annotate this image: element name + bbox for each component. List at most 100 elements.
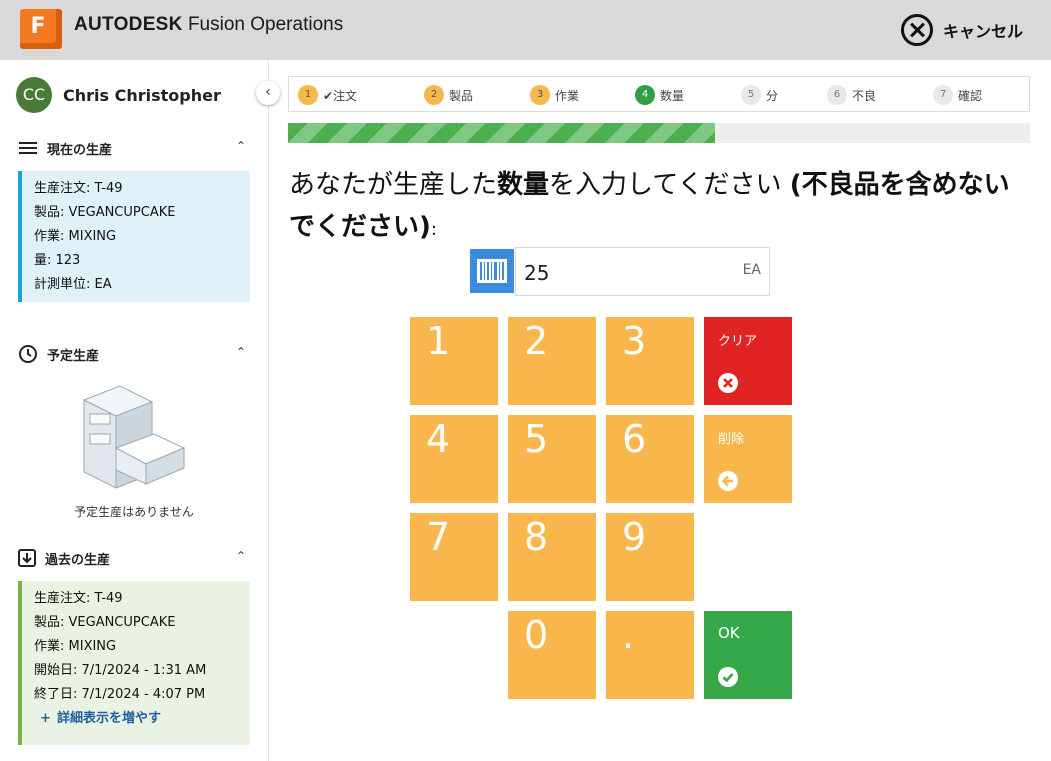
collapse-sidebar-button[interactable]: ‹ (256, 81, 280, 105)
key-digit: 8 (524, 515, 549, 559)
step-label: 確認 (958, 88, 983, 103)
arrow-left-icon (718, 471, 738, 491)
clear-button[interactable]: クリア (704, 317, 792, 405)
key-digit: 2 (524, 319, 549, 363)
key-decimal[interactable]: . (606, 611, 694, 699)
step-number: 4 (635, 85, 655, 105)
current-production-header[interactable]: 現在の生産 ⌃ (18, 137, 250, 159)
empty-scheduled-label: 予定生産はありません (74, 505, 194, 519)
key-5[interactable]: 5 (508, 415, 596, 503)
current-production-card: 生産注文: T-49 製品: VEGANCUPCAKE 作業: MIXING 量… (18, 171, 250, 302)
key-6[interactable]: 6 (606, 415, 694, 503)
step-number: 5 (741, 85, 761, 105)
menu-icon (19, 142, 37, 154)
quantity-input[interactable]: 25 EA (515, 247, 770, 296)
cancel-button[interactable]: キャンセル (900, 14, 1023, 46)
past-production-header[interactable]: 過去の生産 ⌃ (18, 547, 250, 569)
step-number: 6 (827, 85, 847, 105)
past-production-card: 生産注文: T-49 製品: VEGANCUPCAKE 作業: MIXING 開… (18, 581, 250, 745)
step-order[interactable]: 1 ✔注文 (298, 85, 357, 105)
wizard-stepper: 1 ✔注文 2 製品 3 作業 4 数量 5 分 6 不良 7 確認 (288, 76, 1030, 112)
show-more-link[interactable]: + 詳細表示を増やす (34, 707, 238, 731)
step-confirm[interactable]: 7 確認 (933, 85, 982, 105)
progress-fill (288, 123, 715, 143)
card-line: 開始日: 7/1/2024 - 1:31 AM (34, 663, 207, 678)
chevron-up-icon: ⌃ (235, 139, 246, 153)
cancel-label: キャンセル (942, 22, 1023, 41)
step-label: 数量 (660, 88, 685, 103)
ok-button[interactable]: OK (704, 611, 792, 699)
barcode-icon (477, 259, 507, 283)
step-product[interactable]: 2 製品 (424, 85, 473, 105)
key-2[interactable]: 2 (508, 317, 596, 405)
chevron-up-icon: ⌃ (235, 345, 246, 359)
app-header: F AUTODESK Fusion Operations キャンセル (0, 0, 1051, 60)
section-title: 予定生産 (47, 348, 100, 364)
step-number: 3 (530, 85, 550, 105)
card-line: 作業: MIXING (34, 639, 117, 654)
key-digit: 3 (622, 319, 647, 363)
step-defects[interactable]: 6 不良 (827, 85, 876, 105)
quantity-prompt: あなたが生産した数量を入力してください (不良品を含めないでください): (289, 164, 1034, 251)
key-3[interactable]: 3 (606, 317, 694, 405)
download-box-icon (18, 549, 36, 567)
plus-icon: + (40, 711, 51, 726)
card-line: 作業: MIXING (34, 229, 117, 244)
key-digit: 4 (426, 417, 451, 461)
user-profile: CC Chris Christopher (16, 77, 221, 113)
step-number: 2 (424, 85, 444, 105)
prompt-text: あなたが生産した (289, 170, 498, 200)
card-line: 終了日: 7/1/2024 - 4:07 PM (34, 687, 206, 702)
step-number: 7 (933, 85, 953, 105)
step-minutes[interactable]: 5 分 (741, 85, 778, 105)
card-line: 計測単位: EA (34, 277, 112, 292)
step-label: 作業 (555, 88, 580, 103)
key-digit: 7 (426, 515, 451, 559)
empty-cabinet-illustration (82, 385, 186, 489)
close-circle-icon (900, 14, 933, 46)
brand-bold: AUTODESK (74, 14, 183, 35)
barcode-scan-button[interactable] (470, 249, 514, 293)
quantity-unit: EA (742, 262, 761, 278)
step-label: 製品 (449, 88, 474, 103)
prompt-colon: : (430, 219, 437, 240)
prompt-text: を入力してください (549, 170, 790, 200)
key-8[interactable]: 8 (508, 513, 596, 601)
clear-x-icon (718, 373, 738, 393)
step-label: ✔注文 (323, 88, 358, 103)
user-name: Chris Christopher (63, 85, 221, 105)
brand-rest: Fusion Operations (182, 14, 344, 35)
key-digit: 0 (524, 613, 549, 657)
check-circle-icon (718, 667, 738, 687)
key-digit: 5 (524, 417, 549, 461)
key-4[interactable]: 4 (410, 415, 498, 503)
scheduled-production-header[interactable]: 予定生産 ⌃ (18, 343, 250, 365)
key-9[interactable]: 9 (606, 513, 694, 601)
step-operation[interactable]: 3 作業 (530, 85, 579, 105)
progress-bar (288, 123, 1030, 143)
show-more-label: 詳細表示を増やす (57, 711, 162, 726)
backspace-button[interactable]: 削除 (704, 415, 792, 503)
step-label: 不良 (852, 88, 877, 103)
ok-label: OK (718, 624, 740, 642)
section-title: 過去の生産 (45, 552, 111, 568)
card-line: 製品: VEGANCUPCAKE (34, 205, 176, 220)
fusion-logo-icon: F (20, 9, 62, 49)
chevron-left-icon: ‹ (265, 84, 271, 100)
step-quantity[interactable]: 4 数量 (635, 85, 684, 105)
card-line: 生産注文: T-49 (34, 591, 123, 606)
quantity-value: 25 (524, 261, 550, 285)
key-digit: 6 (622, 417, 647, 461)
step-label: 分 (766, 88, 779, 103)
card-line: 製品: VEGANCUPCAKE (34, 615, 176, 630)
sidebar: CC Chris Christopher 現在の生産 ⌃ 生産注文: T-49 … (0, 60, 269, 761)
card-line: 量: 123 (34, 253, 81, 268)
clock-icon (19, 345, 37, 363)
key-1[interactable]: 1 (410, 317, 498, 405)
prompt-bold: 数量 (497, 170, 550, 200)
avatar: CC (16, 77, 52, 113)
backspace-label: 削除 (718, 432, 745, 447)
key-7[interactable]: 7 (410, 513, 498, 601)
chevron-up-icon: ⌃ (235, 549, 246, 563)
key-0[interactable]: 0 (508, 611, 596, 699)
